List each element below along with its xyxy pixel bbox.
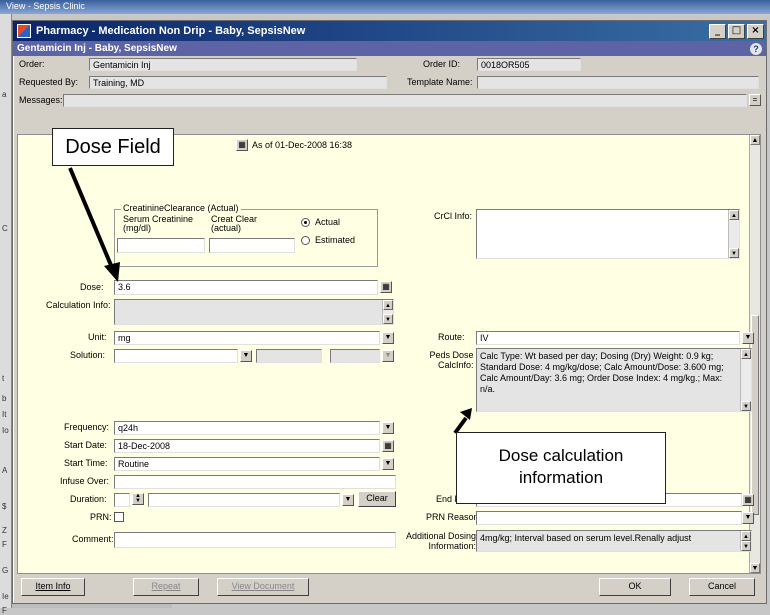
- dose-calc-arrow-line: [453, 416, 468, 435]
- annotation-arrows: [68, 167, 472, 435]
- dose-calc-callout-line2: information: [518, 468, 604, 487]
- dose-calc-callout-line1: Dose calculation: [498, 446, 624, 465]
- dose-field-arrowhead: [104, 262, 120, 282]
- dose-field-callout: Dose Field: [52, 128, 174, 166]
- dose-field-arrow-line: [68, 167, 115, 271]
- dose-calculation-callout: Dose calculation information: [456, 432, 666, 504]
